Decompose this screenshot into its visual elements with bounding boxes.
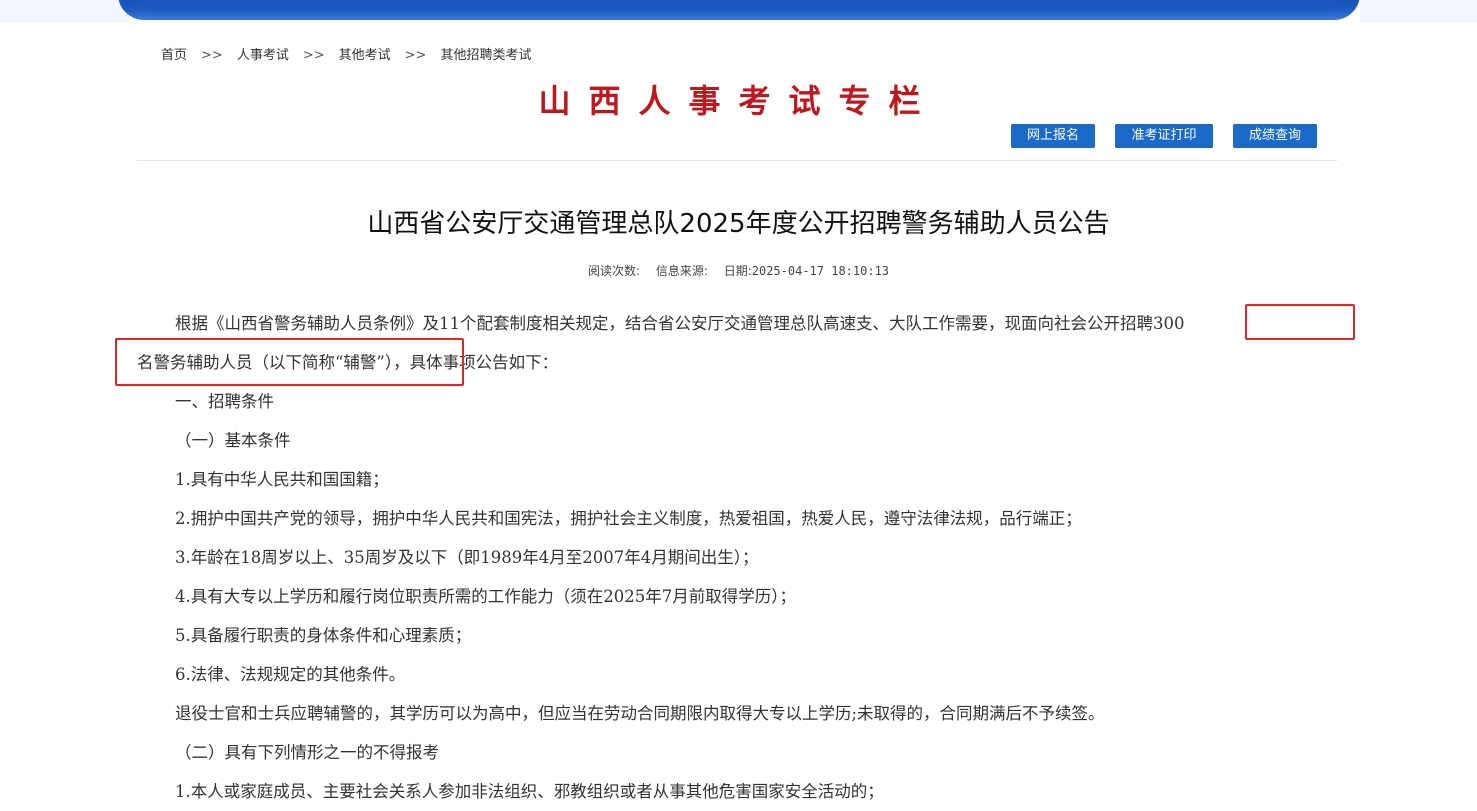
highlight-box-auxiliary-police [115,338,464,386]
breadcrumb-separator: >> [201,48,223,63]
disqualify-1: 1.本人或家庭成员、主要社会关系人参加非法组织、邪教组织或者从事其他危害国家安全… [175,782,884,801]
condition-5: 5.具备履行职责的身体条件和心理素质； [175,626,472,645]
breadcrumb-other-exam[interactable]: 其他考试 [339,44,391,63]
header-divider [137,160,1337,161]
condition-6: 6.法律、法规规定的其他条件。 [175,665,406,684]
condition-2: 2.拥护中国共产党的领导，拥护中华人民共和国宪法，拥护社会主义制度，热爱祖国，热… [175,509,1082,528]
veteran-note: 退役士官和士兵应聘辅警的，其学历可以为高中，但应当在劳动合同期限内取得大专以上学… [175,704,1105,723]
score-query-button[interactable]: 成绩查询 [1233,124,1317,148]
article-meta: 阅读次数: 信息来源: 日期:2025-04-17 18:10:13 [0,262,1477,279]
source-label: 信息来源: [655,264,708,278]
breadcrumb-personnel-exam[interactable]: 人事考试 [237,44,289,63]
breadcrumb-home[interactable]: 首页 [161,44,187,63]
condition-3: 3.年龄在18周岁以上、35周岁及以下（即1989年4月至2007年4月期间出生… [175,548,759,567]
section-heading-1: 一、招聘条件 [175,392,274,411]
condition-1: 1.具有中华人民共和国国籍； [175,470,389,489]
condition-4: 4.具有大专以上学历和履行岗位职责所需的工作能力（须在2025年7月前取得学历）… [175,587,796,606]
banner-left-bg [0,0,130,22]
breadcrumb-separator: >> [404,48,427,63]
subsection-disqualify: （二）具有下列情形之一的不得报考 [175,743,439,762]
reads-label: 阅读次数: [587,264,640,278]
breadcrumb-other-recruit[interactable]: 其他招聘类考试 [440,44,531,63]
breadcrumb: 首页 >> 人事考试 >> 其他考试 >> 其他招聘类考试 [161,44,531,63]
highlight-box-recruit-count [1245,304,1355,340]
online-signup-button[interactable]: 网上报名 [1011,124,1095,148]
article-title: 山西省公安厅交通管理总队2025年度公开招聘警务辅助人员公告 [367,209,1110,239]
subsection-basic: （一）基本条件 [175,431,291,450]
date-label: 日期:2025-04-17 18:10:13 [723,264,890,278]
banner-blue-inner [140,0,1338,10]
banner-right-bg [1360,0,1477,22]
column-title: 山西人事考试专栏 [538,82,939,120]
top-banner [0,0,1477,22]
admit-card-print-button[interactable]: 准考证打印 [1115,124,1213,148]
date-value: 2025-04-17 18:10:13 [751,264,890,278]
breadcrumb-separator: >> [302,48,325,63]
